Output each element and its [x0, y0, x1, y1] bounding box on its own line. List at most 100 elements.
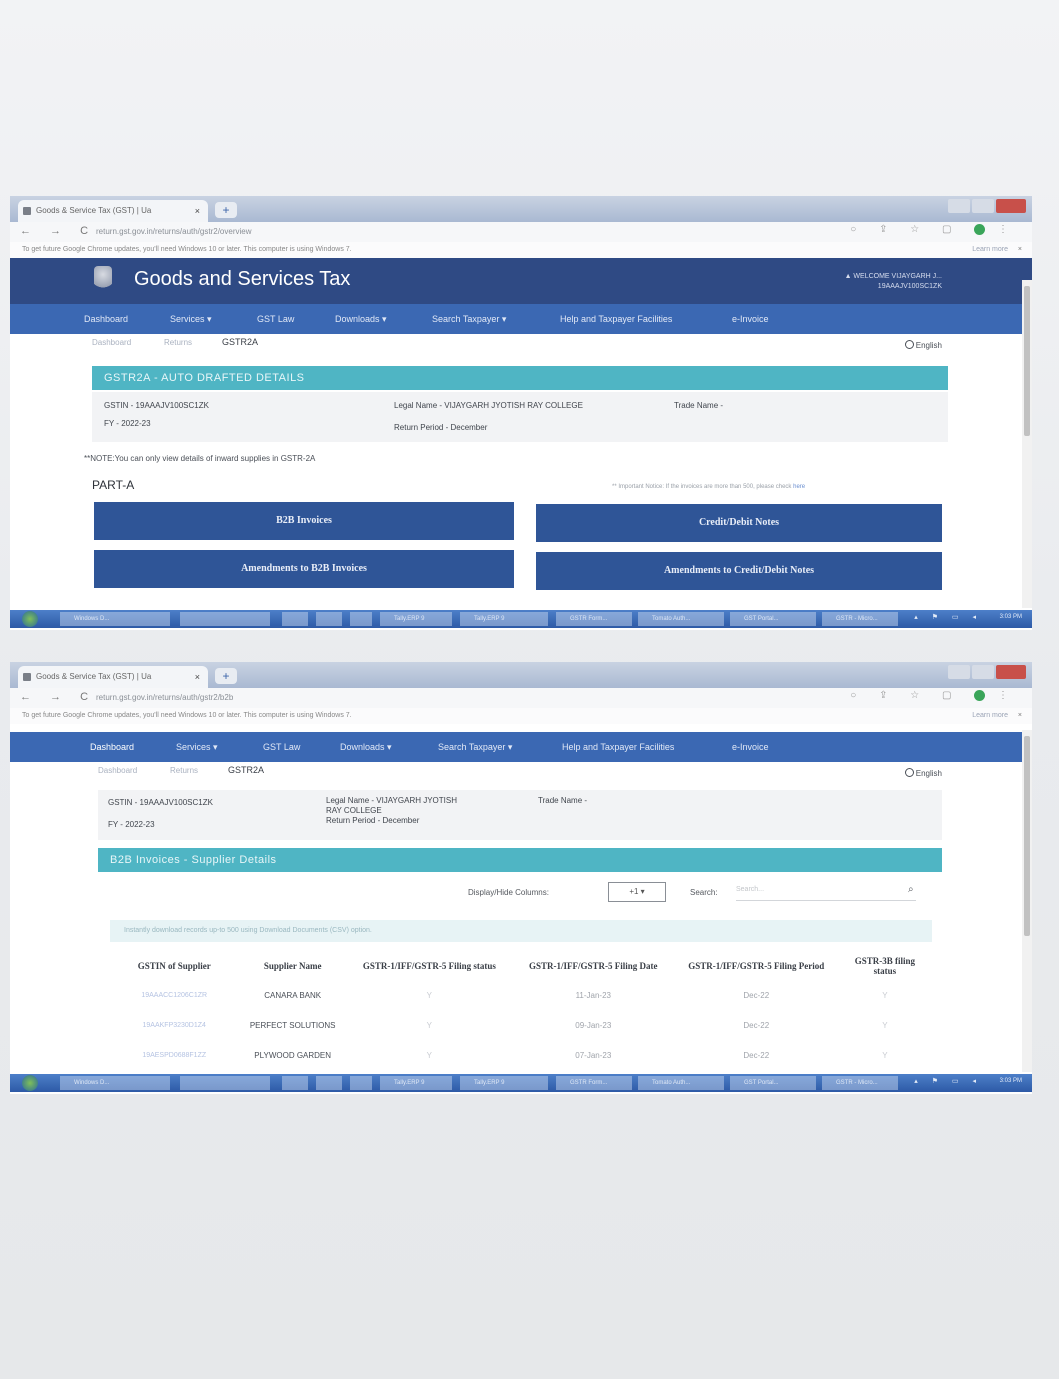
- taskbar-item-icon[interactable]: [282, 612, 308, 626]
- taskbar-item[interactable]: GST Portal...: [730, 612, 816, 626]
- start-button-icon[interactable]: [22, 1075, 38, 1091]
- fy-label: FY - 2022-23: [108, 820, 155, 829]
- tab-close-icon[interactable]: ×: [195, 666, 200, 688]
- taskbar-item[interactable]: Tally.ERP 9: [460, 612, 548, 626]
- taskbar-item-icon[interactable]: [282, 1076, 308, 1090]
- search-input[interactable]: Search...: [736, 886, 916, 901]
- taskbar-item[interactable]: GSTR - Micro...: [822, 612, 898, 626]
- taskbar-item[interactable]: Tomato Auth...: [638, 612, 724, 626]
- col-gstr3b-status[interactable]: GSTR-3B filing status: [838, 952, 932, 980]
- menu-downloads[interactable]: Downloads ▾: [335, 314, 387, 325]
- page-scrollbar[interactable]: [1022, 730, 1032, 1072]
- col-gstin[interactable]: GSTIN of Supplier: [110, 952, 238, 980]
- taskbar-item[interactable]: GSTR Form...: [556, 612, 632, 626]
- col-supplier-name[interactable]: Supplier Name: [238, 952, 346, 980]
- breadcrumb-returns[interactable]: Returns: [170, 766, 198, 775]
- search-icon[interactable]: ⌕: [908, 884, 914, 895]
- taskbar-item-icon[interactable]: [316, 612, 342, 626]
- taskbar-item[interactable]: GSTR Form...: [556, 1076, 632, 1090]
- col-filing-status[interactable]: GSTR-1/IFF/GSTR-5 Filing status: [347, 952, 512, 980]
- b2b-invoices-button[interactable]: B2B Invoices: [94, 502, 514, 540]
- gst-favicon-icon: [23, 673, 31, 681]
- taskbar-item[interactable]: Tally.ERP 9: [460, 1076, 548, 1090]
- language-selector[interactable]: English: [904, 340, 942, 350]
- page-scrollbar[interactable]: [1022, 280, 1032, 608]
- browser-tab-bar: Goods & Service Tax (GST) | Ua × +: [10, 196, 1032, 222]
- supplier-gstin-link[interactable]: 19AESPD0688F1ZZ: [110, 1040, 238, 1070]
- menu-help[interactable]: Help and Taxpayer Facilities: [560, 314, 672, 324]
- important-here-link[interactable]: here: [793, 484, 805, 490]
- profile-avatar-icon[interactable]: [974, 690, 986, 701]
- gstr3b-status: Y: [882, 1020, 888, 1030]
- supplier-gstin-link[interactable]: 19AAACC1206C1ZR: [110, 980, 238, 1010]
- menu-search-taxpayer[interactable]: Search Taxpayer ▾: [432, 314, 506, 325]
- menu-e-invoice[interactable]: e-Invoice: [732, 314, 769, 324]
- credit-debit-notes-button[interactable]: Credit/Debit Notes: [536, 504, 942, 542]
- taskbar-item-icon[interactable]: [316, 1076, 342, 1090]
- scrollbar-thumb[interactable]: [1024, 736, 1030, 936]
- amendments-cdn-button[interactable]: Amendments to Credit/Debit Notes: [536, 552, 942, 590]
- menu-gst-law[interactable]: GST Law: [263, 742, 300, 752]
- scrollbar-thumb[interactable]: [1024, 286, 1030, 436]
- menu-search-taxpayer[interactable]: Search Taxpayer ▾: [438, 742, 512, 753]
- taskbar-item[interactable]: Tomato Auth...: [638, 1076, 724, 1090]
- taskbar-item[interactable]: Windows D...: [60, 612, 170, 626]
- taskbar-item-icon[interactable]: [350, 1076, 372, 1090]
- infobar-close-icon[interactable]: ×: [1018, 708, 1022, 724]
- learn-more-link[interactable]: Learn more: [972, 708, 1008, 724]
- taskbar-item[interactable]: Tally.ERP 9: [380, 1076, 452, 1090]
- minimize-icon[interactable]: [948, 199, 970, 213]
- learn-more-link[interactable]: Learn more: [972, 242, 1008, 258]
- menu-e-invoice[interactable]: e-Invoice: [732, 742, 769, 752]
- taskbar-chrome-icon[interactable]: [180, 1076, 270, 1090]
- new-tab-button[interactable]: +: [215, 668, 237, 684]
- col-filing-date[interactable]: GSTR-1/IFF/GSTR-5 Filing Date: [512, 952, 675, 980]
- breadcrumb-dashboard[interactable]: Dashboard: [92, 338, 131, 347]
- menu-dashboard[interactable]: Dashboard: [90, 742, 134, 752]
- breadcrumb-dashboard[interactable]: Dashboard: [98, 766, 137, 775]
- breadcrumb-returns[interactable]: Returns: [164, 338, 192, 347]
- menu-help[interactable]: Help and Taxpayer Facilities: [562, 742, 674, 752]
- browser-toolbar-icons[interactable]: ○ ⇪ ☆ ▢ ⋮: [850, 224, 1018, 235]
- tab-title: Goods & Service Tax (GST) | Ua: [36, 672, 152, 681]
- taskbar-item[interactable]: Windows D...: [60, 1076, 170, 1090]
- language-selector[interactable]: English: [904, 768, 942, 778]
- maximize-icon[interactable]: [972, 199, 994, 213]
- taskbar-item[interactable]: GSTR - Micro...: [822, 1076, 898, 1090]
- browser-toolbar-icons[interactable]: ○ ⇪ ☆ ▢ ⋮: [850, 690, 1018, 701]
- taskbar-item-icon[interactable]: [350, 612, 372, 626]
- menu-gst-law[interactable]: GST Law: [257, 314, 294, 324]
- minimize-icon[interactable]: [948, 665, 970, 679]
- supplier-gstin-link[interactable]: 19AAKFP3230D1Z4: [110, 1010, 238, 1040]
- browser-tab[interactable]: Goods & Service Tax (GST) | Ua ×: [18, 666, 208, 688]
- system-tray-icons[interactable]: ▴ ⚑ ▭ ◂: [914, 613, 982, 621]
- close-window-icon[interactable]: [996, 199, 1026, 213]
- menu-dashboard[interactable]: Dashboard: [84, 314, 128, 324]
- url-field[interactable]: return.gst.gov.in/returns/auth/gstr2/b2b: [96, 693, 233, 702]
- maximize-icon[interactable]: [972, 665, 994, 679]
- new-tab-button[interactable]: +: [215, 202, 237, 218]
- system-tray-icons[interactable]: ▴ ⚑ ▭ ◂: [914, 1077, 982, 1085]
- menu-downloads[interactable]: Downloads ▾: [340, 742, 392, 753]
- main-menu: Dashboard Services ▾ GST Law Downloads ▾…: [10, 732, 1032, 762]
- amendments-b2b-button[interactable]: Amendments to B2B Invoices: [94, 550, 514, 588]
- url-field[interactable]: return.gst.gov.in/returns/auth/gstr2/ove…: [96, 227, 251, 236]
- infobar-close-icon[interactable]: ×: [1018, 242, 1022, 258]
- taskbar-item[interactable]: Tally.ERP 9: [380, 612, 452, 626]
- start-button-icon[interactable]: [22, 611, 38, 627]
- tab-close-icon[interactable]: ×: [195, 200, 200, 222]
- display-hide-columns-dropdown[interactable]: +1 ▾: [608, 882, 666, 902]
- nav-arrows-icon[interactable]: ← → C: [20, 691, 96, 703]
- browser-tab[interactable]: Goods & Service Tax (GST) | Ua ×: [18, 200, 208, 222]
- legal-name-label: Legal Name - VIJAYGARH JYOTISH: [326, 796, 457, 805]
- user-welcome[interactable]: ▲ WELCOME VIJAYGARH J... 19AAAJV100SC1ZK: [845, 272, 942, 292]
- menu-services[interactable]: Services ▾: [176, 742, 218, 753]
- col-filing-period[interactable]: GSTR-1/IFF/GSTR-5 Filing Period: [675, 952, 838, 980]
- profile-avatar-icon[interactable]: [974, 224, 986, 235]
- nav-arrows-icon[interactable]: ← → C: [20, 225, 96, 237]
- taskbar-chrome-icon[interactable]: [180, 612, 270, 626]
- legal-name-label-cont: RAY COLLEGE: [326, 806, 382, 815]
- close-window-icon[interactable]: [996, 665, 1026, 679]
- taskbar-item[interactable]: GST Portal...: [730, 1076, 816, 1090]
- menu-services[interactable]: Services ▾: [170, 314, 212, 325]
